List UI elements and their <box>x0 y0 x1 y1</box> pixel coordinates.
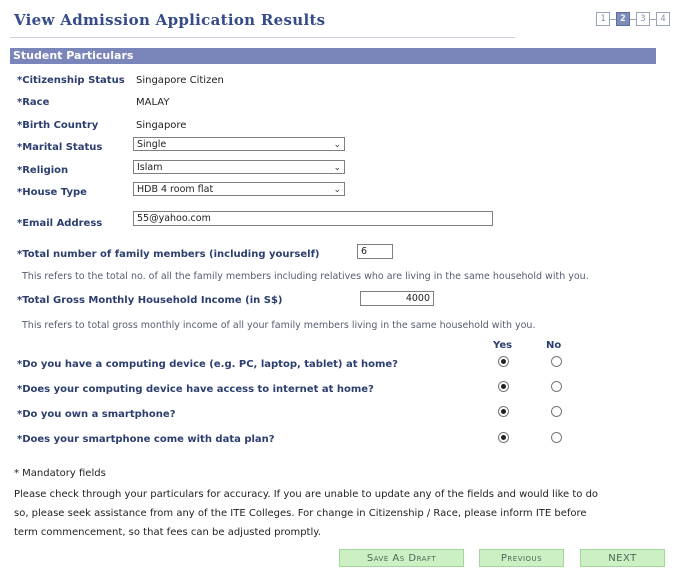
next-button[interactable]: NEXT <box>580 549 665 567</box>
computing-device-yes-radio[interactable] <box>498 356 509 367</box>
race-label: *Race <box>17 97 50 108</box>
family-members-label: *Total number of family members (includi… <box>17 249 320 260</box>
email-field[interactable]: 55@yahoo.com <box>133 211 493 226</box>
household-income-note: This refers to total gross monthly incom… <box>22 320 536 331</box>
yes-column-header: Yes <box>493 340 513 351</box>
footer-line-3: term commencement, so that fees can be a… <box>14 527 321 538</box>
chevron-down-icon: ⌄ <box>333 163 341 173</box>
footer-line-2: so, please seek assistance from any of t… <box>14 508 587 519</box>
question-data-plan: *Does your smartphone come with data pla… <box>17 434 275 445</box>
question-computing-device: *Do you have a computing device (e.g. PC… <box>17 359 398 370</box>
step-navigator: 1 2 3 4 <box>596 12 670 26</box>
chevron-down-icon: ⌄ <box>333 185 341 195</box>
internet-access-yes-radio[interactable] <box>498 381 509 392</box>
data-plan-no-radio[interactable] <box>551 432 562 443</box>
step-3[interactable]: 3 <box>636 12 650 26</box>
household-income-input[interactable]: 4000 <box>360 291 434 306</box>
chevron-down-icon: ⌄ <box>333 140 341 150</box>
race-value: MALAY <box>136 97 170 108</box>
birth-country-value: Singapore <box>136 120 187 131</box>
house-type-label: *House Type <box>17 187 87 198</box>
internet-access-no-radio[interactable] <box>551 381 562 392</box>
question-internet-access: *Does your computing device have access … <box>17 384 374 395</box>
marital-status-value: Single <box>137 139 167 150</box>
religion-select[interactable]: Islam ⌄ <box>133 160 345 174</box>
step-2[interactable]: 2 <box>616 12 630 26</box>
step-4[interactable]: 4 <box>656 12 670 26</box>
family-members-input[interactable]: 6 <box>357 244 393 259</box>
email-label: *Email Address <box>17 218 103 229</box>
data-plan-yes-radio[interactable] <box>498 432 509 443</box>
citizenship-label: *Citizenship Status <box>17 75 125 86</box>
save-as-draft-button[interactable]: Save As Draft <box>339 549 464 567</box>
footer-line-1: Please check through your particulars fo… <box>14 489 599 500</box>
marital-status-label: *Marital Status <box>17 142 103 153</box>
page-title: View Admission Application Results <box>14 11 326 29</box>
step-1[interactable]: 1 <box>596 12 610 26</box>
title-divider <box>10 37 515 38</box>
birth-country-label: *Birth Country <box>17 120 99 131</box>
smartphone-no-radio[interactable] <box>551 406 562 417</box>
previous-button[interactable]: Previous <box>479 549 564 567</box>
no-column-header: No <box>546 340 562 351</box>
marital-status-select[interactable]: Single ⌄ <box>133 137 345 151</box>
smartphone-yes-radio[interactable] <box>498 406 509 417</box>
citizenship-value: Singapore Citizen <box>136 75 224 86</box>
family-members-note: This refers to the total no. of all the … <box>22 271 589 282</box>
religion-value: Islam <box>137 162 163 173</box>
section-header: Student Particulars <box>10 48 656 64</box>
religion-label: *Religion <box>17 165 69 176</box>
household-income-label: *Total Gross Monthly Household Income (i… <box>17 295 283 306</box>
house-type-select[interactable]: HDB 4 room flat ⌄ <box>133 182 345 196</box>
computing-device-no-radio[interactable] <box>551 356 562 367</box>
house-type-value: HDB 4 room flat <box>137 184 214 195</box>
question-smartphone: *Do you own a smartphone? <box>17 409 176 420</box>
mandatory-fields-note: * Mandatory fields <box>14 468 106 479</box>
